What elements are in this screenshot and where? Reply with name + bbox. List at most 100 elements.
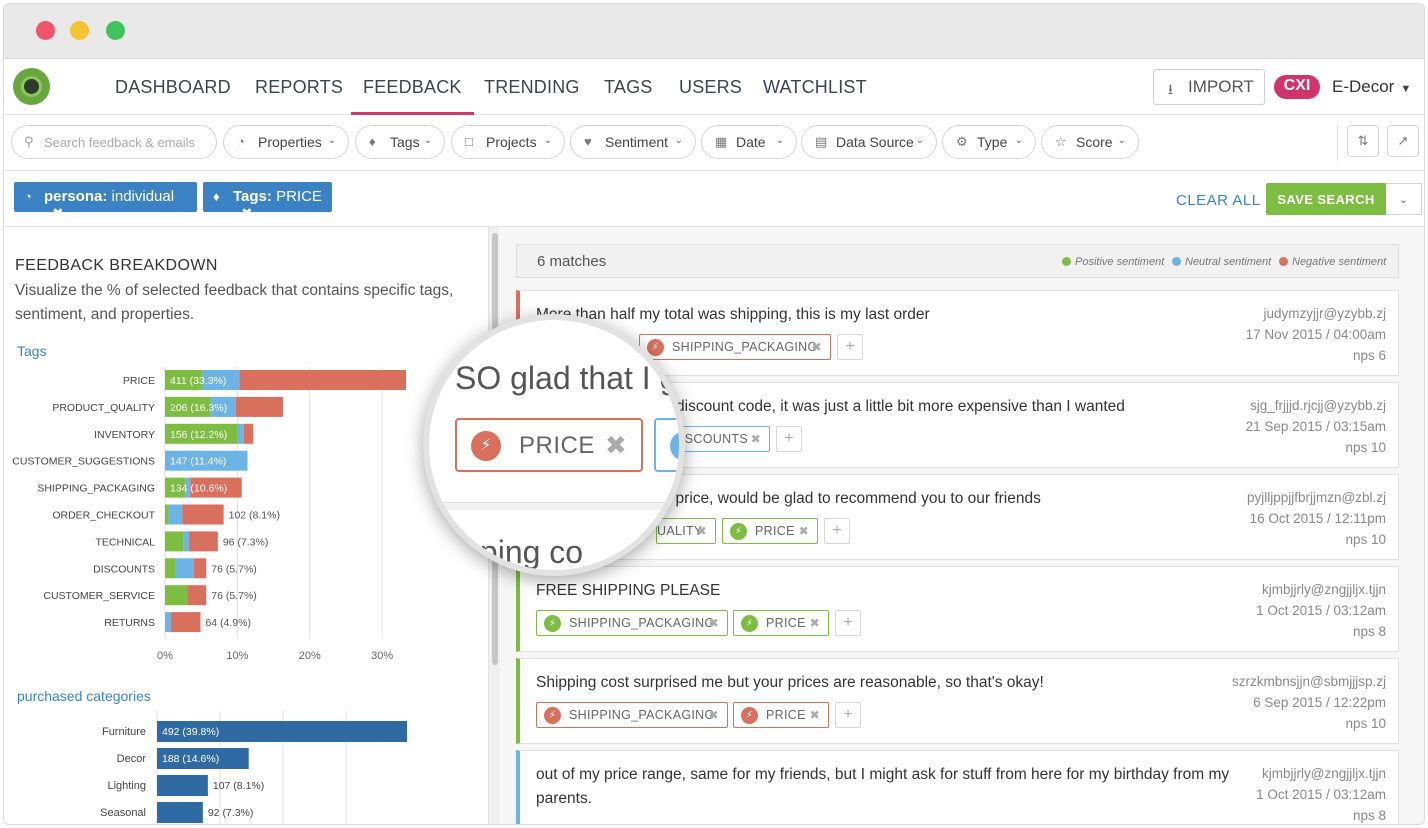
nav-feedback[interactable]: FEEDBACK xyxy=(351,77,474,115)
remove-chip-icon[interactable]: ✖ xyxy=(52,205,64,221)
bar[interactable] xyxy=(157,775,208,796)
remove-chip-icon[interactable]: ✖ xyxy=(241,205,253,221)
add-tag-button[interactable]: + xyxy=(835,702,861,728)
nav-trending[interactable]: TRENDING xyxy=(484,77,580,98)
category-label: INVENTORY xyxy=(94,429,155,441)
tag-product-quality[interactable]: UALITY ✖ xyxy=(656,518,716,544)
minimize-window-button[interactable] xyxy=(70,21,89,40)
feedback-nps: nps 8 xyxy=(1352,624,1386,639)
tags-section-label[interactable]: Tags xyxy=(17,343,47,359)
feedback-email[interactable]: sjg_frjjjd.rjcjj@yzybb.zj xyxy=(1246,395,1386,416)
category-label: RETURNS xyxy=(104,617,155,629)
bar-data-label: 134 (10.6%) xyxy=(170,483,227,495)
bar-segment[interactable] xyxy=(239,370,406,390)
filter-score[interactable]: ☆ Score ⌄ xyxy=(1041,125,1139,159)
bar-data-label: 64 (4.9%) xyxy=(205,617,251,629)
filter-chip-persona[interactable]: ◔ persona: individual ✖ xyxy=(14,182,197,221)
filter-projects[interactable]: □ Projects ⌄ xyxy=(451,125,565,159)
tag-shipping-packaging[interactable]: ⚡ SHIPPING_PACKAGING ✖ xyxy=(639,334,831,360)
bar-segment[interactable] xyxy=(182,504,224,525)
caret-down-icon: ▼ xyxy=(1400,83,1412,95)
feedback-card[interactable]: Shipping cost surprised me but your pric… xyxy=(516,658,1399,744)
feedback-email[interactable]: pyjlljppjjfbrjjmzn@zbl.zj xyxy=(1247,487,1386,508)
remove-tag-icon[interactable]: ✖ xyxy=(810,708,820,722)
bar-segment[interactable] xyxy=(165,612,171,633)
feedback-email[interactable]: kjmbjjrly@zngjjljx.tjjn xyxy=(1256,579,1386,600)
clear-all-link[interactable]: CLEAR ALL xyxy=(1176,192,1261,209)
bar[interactable] xyxy=(157,802,203,823)
tag-shipping-packaging[interactable]: ⚡ SHIPPING_PACKAGING ✖ xyxy=(536,702,728,728)
maximize-window-button[interactable] xyxy=(106,21,125,40)
bar-data-label: 147 (11.4%) xyxy=(170,456,226,468)
nav-tags[interactable]: TAGS xyxy=(604,77,652,98)
feedback-email[interactable]: kjmbjjrly@zngjjljx.tjjn xyxy=(1256,763,1386,784)
nav-reports[interactable]: REPORTS xyxy=(255,77,343,98)
filter-tags[interactable]: ♦ Tags ⌄ xyxy=(355,125,445,159)
feedback-card[interactable]: out of my price range, same for my frien… xyxy=(516,750,1399,824)
account-menu[interactable]: E-Decor ▼ xyxy=(1332,77,1411,97)
close-window-button[interactable] xyxy=(36,21,55,40)
match-count: 6 matches xyxy=(537,253,607,270)
remove-tag-icon[interactable]: ✖ xyxy=(709,708,719,722)
add-tag-button[interactable]: + xyxy=(835,610,861,636)
title-bar xyxy=(4,4,1424,59)
remove-tag-icon[interactable]: ✖ xyxy=(697,524,707,538)
remove-tag-icon[interactable]: ✖ xyxy=(709,616,719,630)
bar-segment[interactable] xyxy=(170,612,201,633)
filter-label: Sentiment xyxy=(605,134,669,150)
feedback-card[interactable]: FREE SHIPPING PLEASE kjmbjjrly@zngjjljx.… xyxy=(516,566,1399,652)
pie-chart-icon: ◔ xyxy=(24,189,32,204)
bar-segment[interactable] xyxy=(165,504,169,525)
share-button[interactable]: ↗ xyxy=(1387,125,1419,157)
remove-tag-icon[interactable]: ✖ xyxy=(810,616,820,630)
feedback-text: Shipping cost surprised me but your pric… xyxy=(536,674,1044,691)
bar-segment[interactable] xyxy=(193,558,207,579)
tag-shipping-packaging[interactable]: ⚡ SHIPPING_PACKAGING ✖ xyxy=(536,610,728,636)
bar-segment[interactable] xyxy=(165,558,176,579)
tag-price[interactable]: ⚡ PRICE ✖ xyxy=(722,518,818,544)
plus-icon: + xyxy=(843,614,853,631)
bar-segment[interactable] xyxy=(175,558,194,579)
filter-sentiment[interactable]: ♥ Sentiment ⌄ xyxy=(570,125,696,159)
filter-date[interactable]: ▦ Date ⌄ xyxy=(701,125,797,159)
tag-label: SHIPPING_PACKAGING xyxy=(569,708,715,722)
logo-icon[interactable] xyxy=(13,68,50,105)
nav-users[interactable]: USERS xyxy=(679,77,742,98)
bar-segment[interactable] xyxy=(235,396,283,417)
add-tag-button[interactable]: + xyxy=(837,334,863,360)
chip-key: Tags: xyxy=(233,188,272,205)
filter-properties[interactable]: ◔ Properties ⌄ xyxy=(223,125,349,159)
nav-dashboard[interactable]: DASHBOARD xyxy=(115,77,231,98)
filter-data-source[interactable]: ▤ Data Source ⌄ xyxy=(801,125,937,159)
bolt-icon: ⚡ xyxy=(544,707,561,724)
bar-segment[interactable] xyxy=(243,423,254,444)
bar-segment[interactable] xyxy=(237,423,244,444)
legend-negative: Negative sentiment xyxy=(1279,256,1386,268)
import-button[interactable]: ⭳ IMPORT xyxy=(1153,69,1265,105)
categories-section-label[interactable]: purchased categories xyxy=(17,688,151,704)
remove-tag-icon[interactable]: ✖ xyxy=(751,432,761,446)
remove-tag-icon[interactable]: ✖ xyxy=(812,340,822,354)
bar-segment[interactable] xyxy=(168,504,183,525)
tag-price[interactable]: ⚡ PRICE ✖ xyxy=(733,702,829,728)
search-input[interactable]: ⚲ Search feedback & emails xyxy=(11,125,217,159)
save-options-dropdown[interactable]: ⌄ xyxy=(1386,183,1422,215)
sort-button[interactable]: ⇅ xyxy=(1347,125,1379,157)
bar-segment[interactable] xyxy=(165,531,184,552)
tag-discounts[interactable]: ISCOUNTS ✖ xyxy=(670,426,770,452)
add-tag-button[interactable]: + xyxy=(776,426,802,452)
nav-watchlist[interactable]: WATCHLIST xyxy=(763,77,867,98)
feedback-email[interactable]: szrzkmbnsjjn@sbmjjjsp.zj xyxy=(1232,671,1386,692)
tag-price[interactable]: ⚡ PRICE ✖ xyxy=(733,610,829,636)
remove-tag-icon[interactable]: ✖ xyxy=(799,524,809,538)
filter-type[interactable]: ⚙ Type ⌄ xyxy=(942,125,1036,159)
save-search-button[interactable]: SAVE SEARCH xyxy=(1266,183,1386,215)
bar-segment[interactable] xyxy=(188,531,218,552)
add-tag-button[interactable]: + xyxy=(824,518,850,544)
feedback-email[interactable]: judymzyjjr@yzybb.zj xyxy=(1246,303,1386,324)
filter-chip-tags[interactable]: ♦ Tags: PRICE ✖ xyxy=(203,182,332,221)
bar-segment[interactable] xyxy=(187,585,207,606)
bar-segment[interactable] xyxy=(165,585,188,606)
search-icon: ⚲ xyxy=(24,134,34,149)
bar-segment[interactable] xyxy=(183,531,189,552)
